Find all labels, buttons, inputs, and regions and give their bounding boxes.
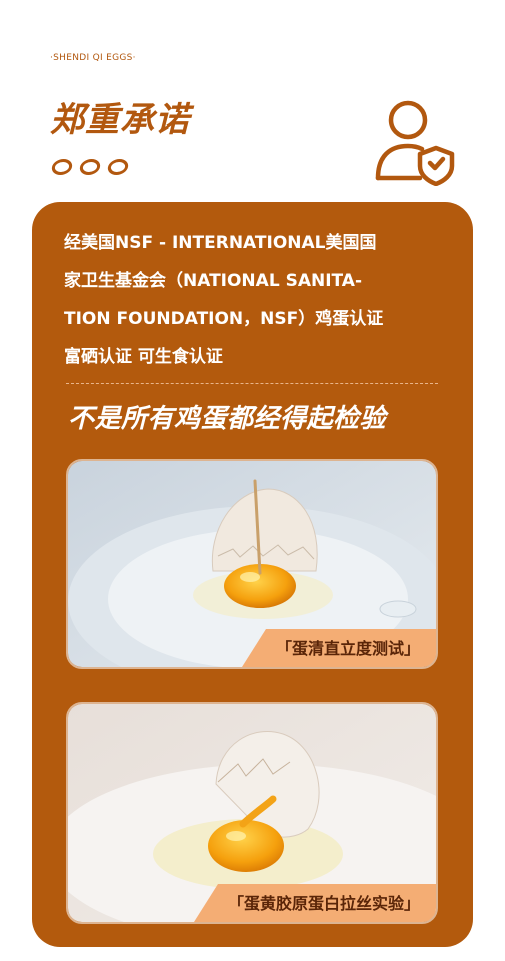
brand-tag: ·SHENDI QI EGGS· <box>50 53 136 63</box>
decorative-dots <box>50 159 130 175</box>
dot <box>78 159 102 175</box>
egg-toothpick-test-photo: 「蛋清直立度测试」 <box>66 459 438 669</box>
test-label: 「蛋清直立度测试」 <box>241 629 436 667</box>
dot <box>106 159 130 175</box>
dashed-divider <box>66 383 438 384</box>
certification-line: 家卫生基金会（NATIONAL SANITA- <box>64 271 363 291</box>
dot <box>50 159 74 175</box>
certification-line: TION FOUNDATION，NSF）鸡蛋认证 <box>64 309 384 329</box>
test-label: 「蛋黄胶原蛋白拉丝实验」 <box>193 884 436 922</box>
certification-text: 经美国NSF - INTERNATIONAL美国国 家卫生基金会（NATIONA… <box>64 224 444 376</box>
certification-line: 富硒认证 可生食认证 <box>64 347 223 367</box>
user-shield-icon <box>375 100 455 186</box>
certification-line: 经美国NSF - INTERNATIONAL美国国 <box>64 233 377 253</box>
page-title: 郑重承诺 <box>50 100 190 140</box>
slogan: 不是所有鸡蛋都经得起检验 <box>68 404 387 434</box>
commitment-card: 经美国NSF - INTERNATIONAL美国国 家卫生基金会（NATIONA… <box>32 202 473 947</box>
egg-yolk-collagen-test-photo: 「蛋黄胶原蛋白拉丝实验」 <box>66 702 438 924</box>
